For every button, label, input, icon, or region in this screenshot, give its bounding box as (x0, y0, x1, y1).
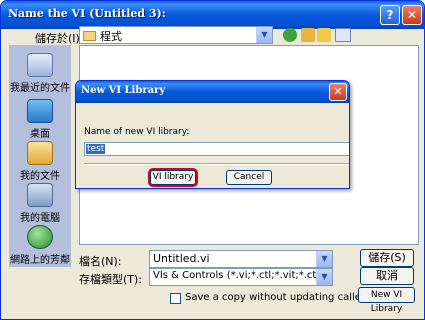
chevron-down-icon: ▼ (316, 269, 332, 285)
place-label: 網路上的芳鄰 (10, 255, 70, 266)
chevron-down-icon: ▼ (316, 251, 332, 267)
window-title: Name the VI (Untitled 3): (8, 7, 166, 20)
save-copy-checkbox[interactable] (170, 293, 181, 304)
place-my-computer[interactable]: 我的電腦 (9, 183, 71, 224)
library-name-label: Name of new VI library: (84, 127, 190, 137)
modal-title: New VI Library (81, 85, 166, 96)
my-documents-icon (27, 141, 53, 165)
vi-library-button[interactable]: VI library (150, 170, 196, 185)
recent-documents-icon (27, 53, 53, 77)
place-recent-documents[interactable]: 我最近的文件 (9, 53, 71, 94)
back-icon[interactable] (283, 28, 297, 42)
close-button[interactable]: ✕ (402, 5, 422, 25)
filename-field[interactable]: Untitled.vi ▼ (149, 250, 333, 268)
places-bar: 我最近的文件 桌面 我的文件 我的電腦 網路上的芳鄰 (9, 45, 71, 267)
save-button[interactable]: 儲存(S) (360, 249, 414, 267)
filetype-label: 存檔類型(T): (79, 273, 143, 286)
filename-value: Untitled.vi (153, 252, 210, 265)
new-vi-library-dialog: New VI Library ✕ Name of new VI library:… (75, 80, 350, 189)
modal-divider (84, 163, 349, 165)
chevron-down-icon: ▼ (256, 27, 272, 43)
help-button[interactable]: ? (380, 5, 400, 25)
place-label: 我的電腦 (20, 213, 60, 224)
up-folder-icon[interactable] (301, 28, 315, 42)
place-label: 我最近的文件 (10, 83, 70, 94)
view-menu-icon[interactable] (335, 28, 351, 42)
save-copy-label: Save a copy without updating callers. (185, 292, 374, 303)
my-computer-icon (27, 183, 53, 207)
place-desktop[interactable]: 桌面 (9, 99, 71, 140)
modal-cancel-button[interactable]: Cancel (226, 170, 272, 185)
network-places-icon (27, 225, 53, 249)
save-in-label: 儲存於(I): (35, 32, 84, 45)
desktop-icon (27, 99, 53, 123)
modal-title-bar: New VI Library ✕ (76, 81, 349, 103)
place-network[interactable]: 網路上的芳鄰 (9, 225, 71, 266)
folder-icon (83, 31, 96, 41)
modal-close-button[interactable]: ✕ (329, 83, 347, 101)
place-label: 我的文件 (20, 171, 60, 182)
place-label: 桌面 (30, 129, 50, 140)
save-in-value: 程式 (100, 30, 122, 43)
library-name-value: test (86, 144, 106, 154)
cancel-button[interactable]: 取消 (360, 267, 414, 285)
title-bar: Name the VI (Untitled 3): ? ✕ (1, 1, 424, 29)
new-vi-library-button[interactable]: New VI Library (358, 287, 415, 314)
new-folder-icon[interactable] (317, 28, 331, 42)
library-name-input[interactable]: test (84, 142, 349, 156)
filename-label: 檔名(N): (79, 255, 122, 268)
place-my-documents[interactable]: 我的文件 (9, 141, 71, 182)
save-dialog: Name the VI (Untitled 3): ? ✕ 儲存於(I): 程式… (0, 0, 425, 320)
filetype-dropdown[interactable]: VIs & Controls (*.vi;*.ctl;*.vit;*.ctt) … (149, 268, 333, 286)
filetype-value: VIs & Controls (*.vi;*.ctl;*.vit;*.ctt) (153, 270, 325, 281)
save-in-dropdown[interactable]: 程式 ▼ (79, 26, 273, 44)
